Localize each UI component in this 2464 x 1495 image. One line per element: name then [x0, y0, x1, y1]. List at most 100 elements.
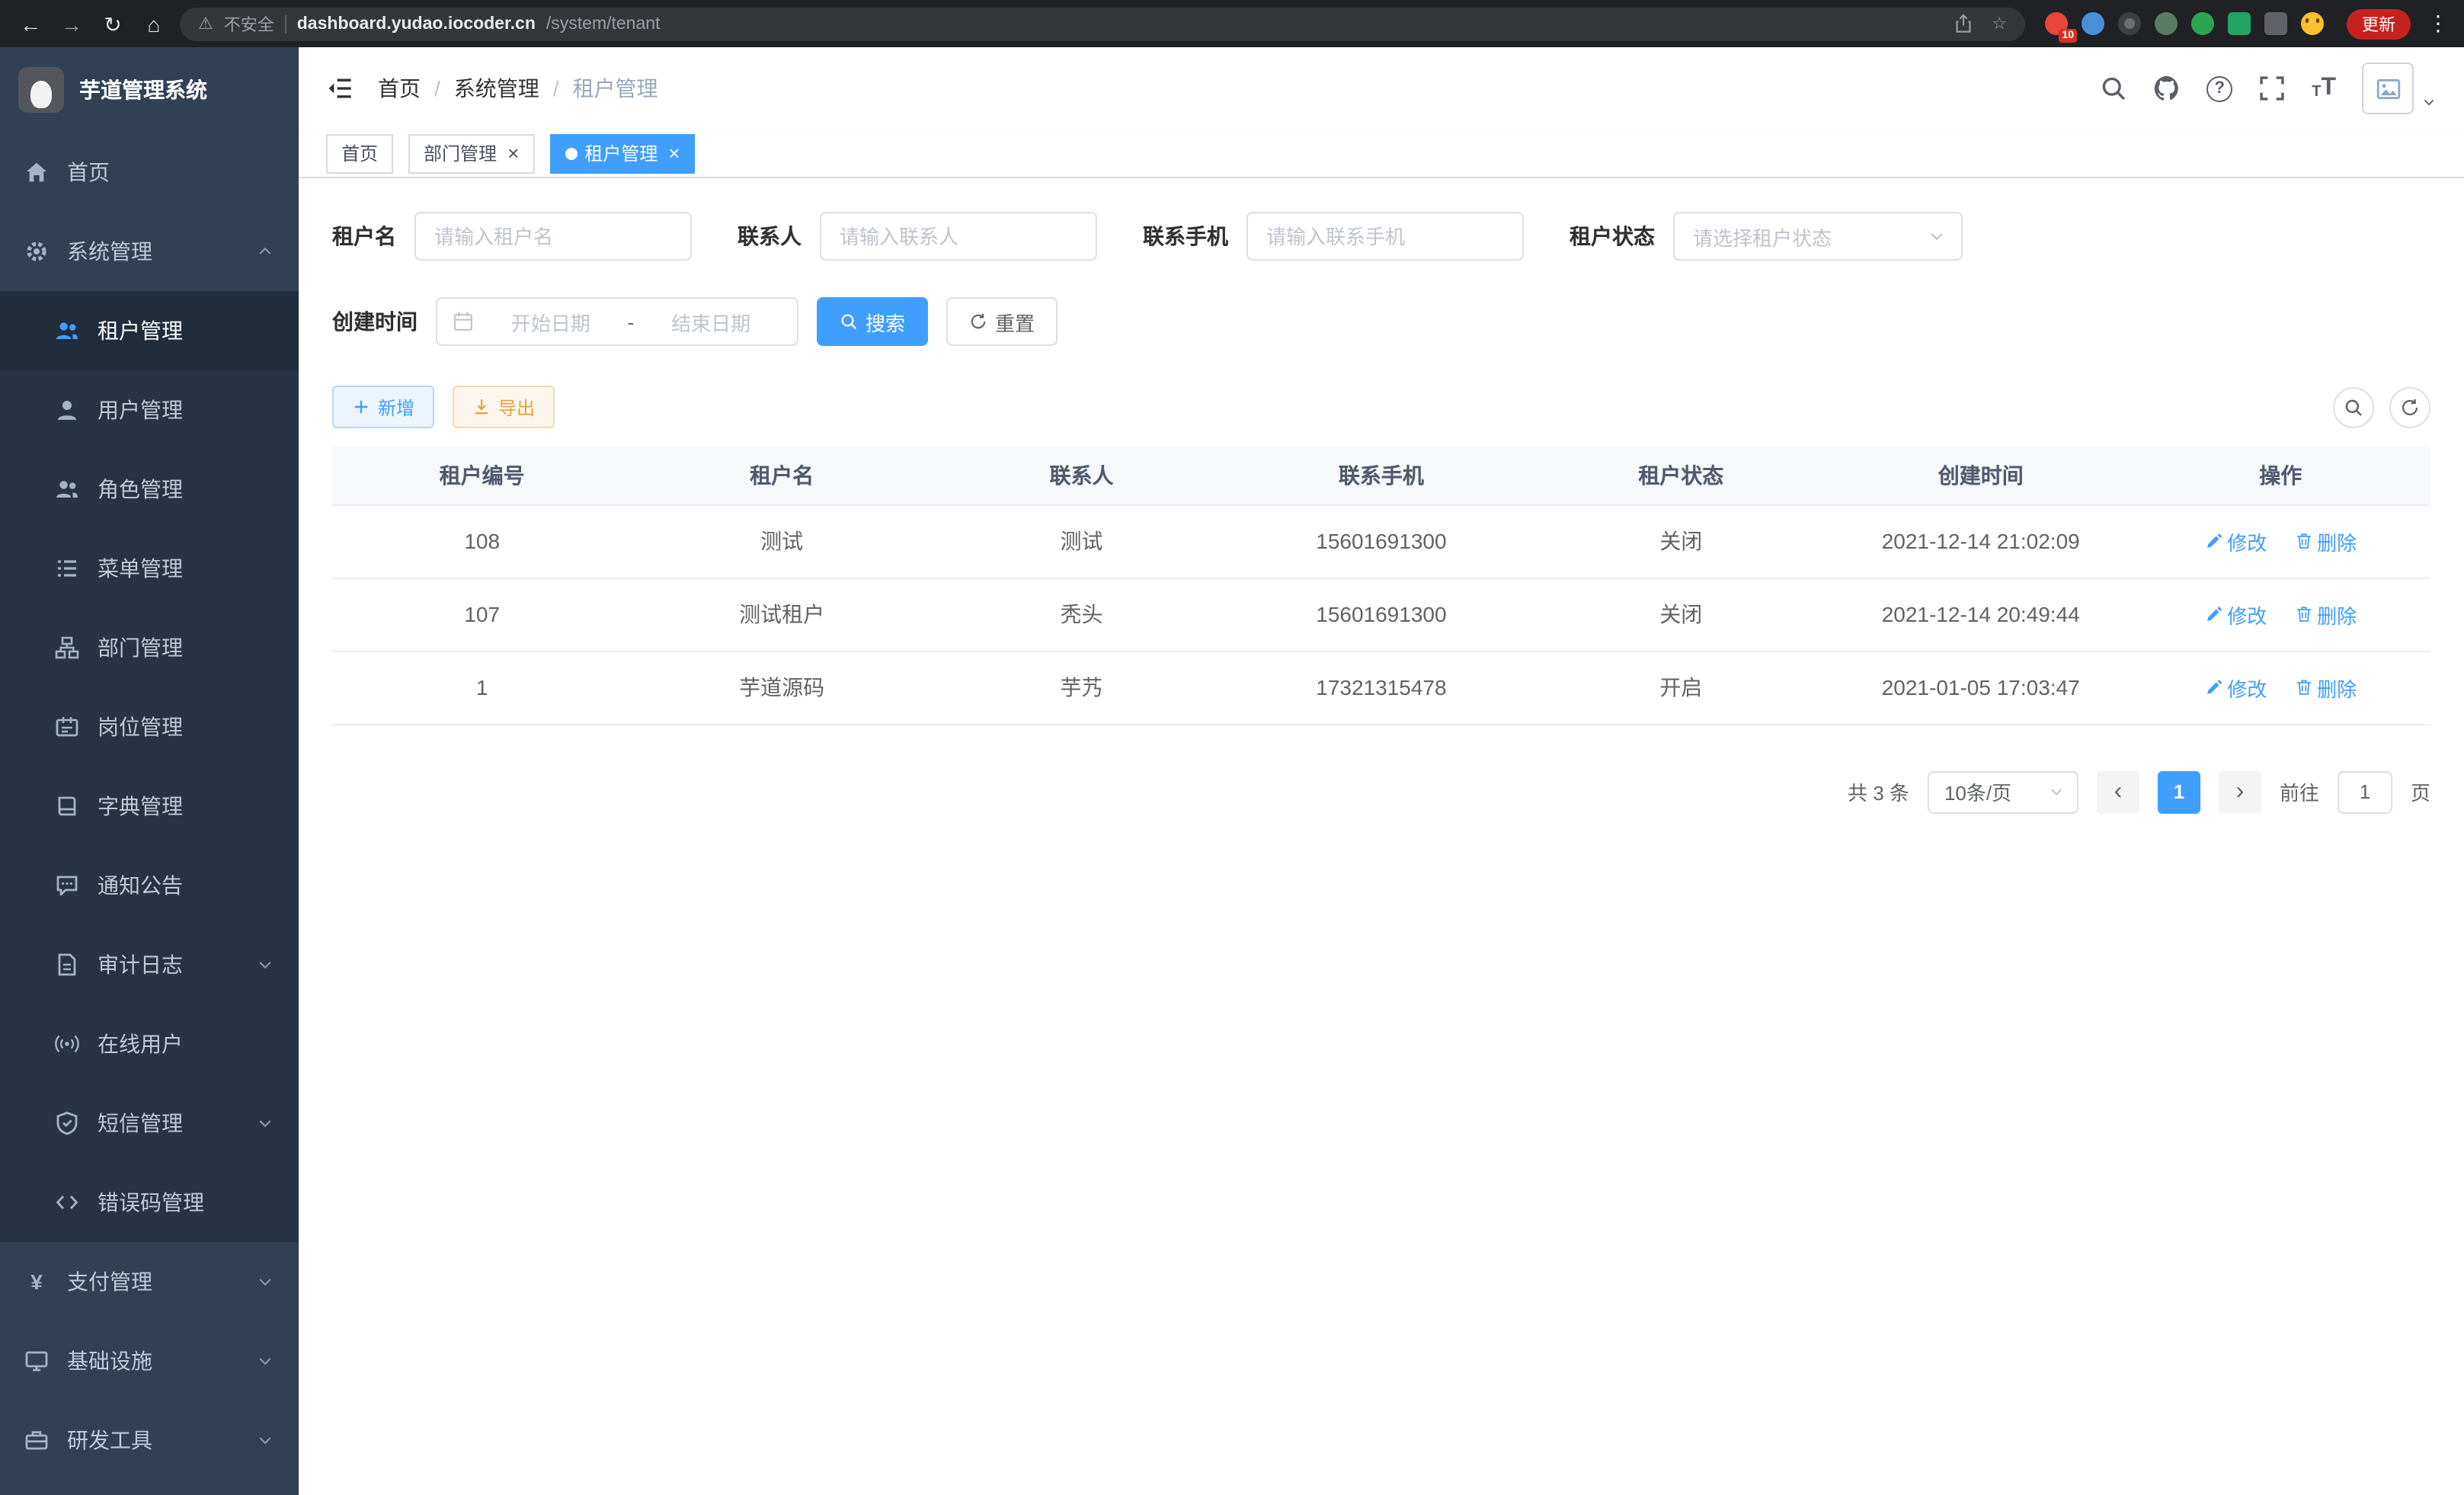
- github-icon[interactable]: [2153, 75, 2181, 102]
- goto-label: 前往: [2280, 777, 2319, 806]
- chevron-down-icon: [256, 1352, 274, 1370]
- edit-button[interactable]: 修改: [2204, 600, 2267, 629]
- trash-icon: [2294, 605, 2312, 623]
- chevron-down-icon: [1928, 227, 1946, 245]
- phone-input[interactable]: [1246, 212, 1524, 261]
- extension-icon-6[interactable]: [2228, 12, 2251, 35]
- close-icon[interactable]: ×: [507, 143, 519, 163]
- page-size-select[interactable]: 10条/页: [1928, 770, 2078, 813]
- security-label[interactable]: 不安全: [224, 11, 274, 36]
- tab-dept[interactable]: 部门管理 ×: [408, 133, 534, 173]
- sidebar-item-notice[interactable]: 通知公告: [0, 846, 299, 925]
- breadcrumb-separator: /: [553, 76, 559, 101]
- next-page-button[interactable]: ›: [2219, 770, 2261, 813]
- sidebar-item-label: 审计日志: [98, 949, 183, 980]
- sidebar-item-role[interactable]: 角色管理: [0, 450, 299, 529]
- search-button[interactable]: 搜索: [817, 297, 928, 346]
- browser-back-icon[interactable]: ←: [15, 13, 46, 34]
- sidebar-item-user[interactable]: 用户管理: [0, 370, 299, 450]
- chat-icon: [55, 873, 79, 898]
- table-toolbar: 新增 导出: [332, 386, 2430, 428]
- edit-button[interactable]: 修改: [2204, 673, 2267, 702]
- broken-image-icon: [2375, 75, 2401, 101]
- avatar-caret-icon: [2421, 94, 2437, 110]
- sidebar-item-label: 短信管理: [98, 1108, 183, 1138]
- share-icon[interactable]: [1954, 14, 1973, 34]
- bookmark-star-icon[interactable]: ☆: [1992, 14, 2007, 34]
- page-1-button[interactable]: 1: [2158, 770, 2200, 813]
- status-select[interactable]: 请选择租户状态: [1673, 212, 1963, 261]
- reset-button[interactable]: 重置: [946, 297, 1058, 346]
- extension-icon-3[interactable]: [2118, 12, 2141, 35]
- logo-image: [18, 67, 64, 113]
- close-icon[interactable]: ×: [668, 143, 680, 163]
- profile-avatar-icon[interactable]: [2301, 12, 2324, 35]
- tenant-table: 租户编号 租户名 联系人 联系手机 租户状态 创建时间 操作 108 测试: [332, 447, 2430, 725]
- chevron-up-icon: [256, 242, 274, 261]
- user-avatar[interactable]: [2362, 62, 2437, 114]
- goto-page-input[interactable]: [2338, 770, 2392, 813]
- extension-icon-4[interactable]: [2155, 12, 2178, 35]
- sidebar-item-error-code[interactable]: 错误码管理: [0, 1163, 299, 1242]
- tenant-name-input[interactable]: [414, 212, 692, 261]
- tab-tenant-active[interactable]: 租户管理 ×: [549, 133, 695, 173]
- table-row: 108 测试 测试 15601691300 关闭 2021-12-14 21:0…: [332, 504, 2430, 578]
- sidebar-item-dept[interactable]: 部门管理: [0, 608, 299, 687]
- search-icon[interactable]: [2100, 75, 2127, 102]
- breadcrumb-system[interactable]: 系统管理: [454, 73, 539, 104]
- browser-home-icon[interactable]: ⌂: [139, 13, 169, 34]
- edit-button[interactable]: 修改: [2204, 527, 2267, 555]
- extensions-puzzle-icon[interactable]: [2264, 12, 2287, 35]
- url-domain[interactable]: dashboard.yudao.iocoder.cn: [297, 14, 536, 33]
- delete-button[interactable]: 删除: [2294, 673, 2357, 702]
- sidebar-fold-icon[interactable]: [326, 75, 354, 102]
- extension-icon-1[interactable]: 10: [2045, 12, 2068, 35]
- sidebar-item-menu[interactable]: 菜单管理: [0, 529, 299, 608]
- browser-update-button[interactable]: 更新: [2347, 8, 2411, 39]
- extension-icon-2[interactable]: [2082, 12, 2104, 35]
- sidebar-item-infra[interactable]: 基础设施: [0, 1321, 299, 1401]
- extension-icon-5[interactable]: [2191, 12, 2214, 35]
- delete-button[interactable]: 删除: [2294, 600, 2357, 629]
- refresh-table-button[interactable]: [2389, 386, 2430, 427]
- sidebar-item-online-users[interactable]: 在线用户: [0, 1004, 299, 1084]
- sidebar-item-label: 用户管理: [98, 395, 183, 425]
- delete-label: 删除: [2317, 600, 2357, 629]
- add-button[interactable]: 新增: [332, 386, 434, 428]
- sidebar-item-label: 支付管理: [67, 1266, 152, 1297]
- chevron-down-icon: [256, 1273, 274, 1291]
- yen-icon: ¥: [24, 1269, 49, 1294]
- export-button-label: 导出: [498, 394, 535, 420]
- sidebar-item-tenant[interactable]: 租户管理: [0, 291, 299, 370]
- prev-page-button[interactable]: ‹: [2097, 770, 2139, 813]
- sidebar-item-dev-tools[interactable]: 研发工具: [0, 1401, 299, 1480]
- filter-row-2: 创建时间 开始日期 - 结束日期 搜索 重置: [332, 297, 2430, 346]
- col-tenant-name: 租户名: [632, 447, 931, 504]
- sidebar-item-system[interactable]: 系统管理: [0, 212, 299, 291]
- export-button[interactable]: 导出: [453, 386, 555, 428]
- sidebar-item-audit-log[interactable]: 审计日志: [0, 925, 299, 1004]
- sidebar-item-home[interactable]: 首页: [0, 133, 299, 212]
- sidebar-item-sms[interactable]: 短信管理: [0, 1084, 299, 1163]
- tab-home[interactable]: 首页: [326, 133, 393, 173]
- show-search-toggle-button[interactable]: [2333, 386, 2374, 427]
- cell-tenant-name: 测试: [632, 504, 931, 578]
- app-logo[interactable]: 芋道管理系统: [0, 47, 299, 133]
- breadcrumb-home[interactable]: 首页: [378, 73, 421, 104]
- date-range-picker[interactable]: 开始日期 - 结束日期: [436, 297, 798, 346]
- browser-reload-icon[interactable]: ↻: [98, 13, 128, 34]
- browser-menu-icon[interactable]: ⋮: [2427, 11, 2449, 37]
- sidebar-item-payment[interactable]: ¥ 支付管理: [0, 1242, 299, 1321]
- font-size-icon[interactable]: TT: [2312, 76, 2336, 101]
- sidebar-item-post[interactable]: 岗位管理: [0, 687, 299, 767]
- address-bar[interactable]: ⚠ 不安全 dashboard.yudao.iocoder.cn /system…: [180, 7, 2025, 40]
- help-icon[interactable]: ?: [2206, 75, 2232, 101]
- monitor-icon: [24, 1349, 49, 1373]
- contact-input[interactable]: [820, 212, 1097, 261]
- search-icon: [840, 312, 858, 331]
- sidebar-item-dict[interactable]: 字典管理: [0, 767, 299, 846]
- delete-button[interactable]: 删除: [2294, 527, 2357, 555]
- browser-forward-icon[interactable]: →: [56, 13, 87, 34]
- fullscreen-icon[interactable]: [2258, 75, 2286, 102]
- search-button-label: 搜索: [866, 307, 905, 336]
